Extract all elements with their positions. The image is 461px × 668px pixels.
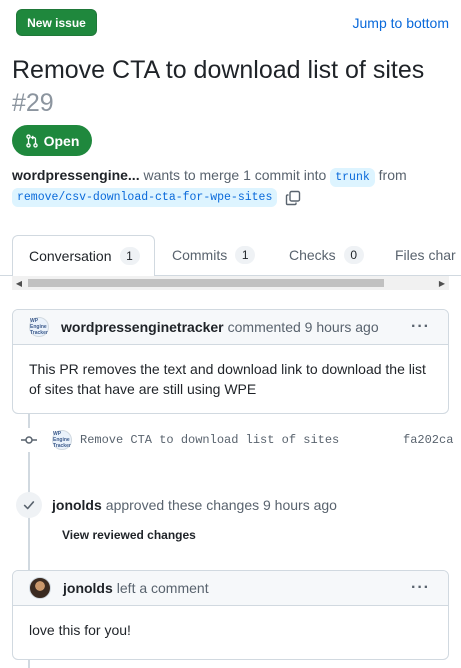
commit-message-link[interactable]: Remove CTA to download list of sites xyxy=(80,433,339,447)
kebab-menu-icon[interactable]: ··· xyxy=(411,318,430,336)
scrollbar-thumb[interactable] xyxy=(28,279,384,287)
scroll-left-icon[interactable]: ◀ xyxy=(12,276,26,290)
avatar[interactable] xyxy=(29,577,51,599)
state-badge: Open xyxy=(12,125,92,156)
git-commit-icon xyxy=(16,428,42,452)
pr-number: #29 xyxy=(12,89,54,117)
tab-checks[interactable]: Checks 0 xyxy=(289,235,364,275)
copy-icon[interactable] xyxy=(285,190,301,206)
tab-conversation[interactable]: Conversation 1 xyxy=(12,235,155,276)
top-bar: New issue Jump to bottom xyxy=(0,0,461,50)
view-reviewed-changes-link[interactable]: View reviewed changes xyxy=(62,528,196,542)
pr-tabs: Conversation 1 Commits 1 Checks 0 Files … xyxy=(0,235,461,276)
comment-card: jonolds left a comment ··· love this for… xyxy=(12,570,449,660)
reviewer-name[interactable]: jonolds xyxy=(52,497,102,513)
horizontal-scrollbar[interactable]: ◀ ▶ xyxy=(12,276,449,290)
merge-text: wants to merge 1 commit into xyxy=(143,167,327,183)
comment-action: left a comment xyxy=(116,580,209,596)
tab-label: Commits xyxy=(172,247,228,263)
pr-title: Remove CTA to download list of sites xyxy=(12,56,425,84)
pr-author-link[interactable]: wordpressengine... xyxy=(12,167,140,183)
tab-label: Conversation xyxy=(29,248,112,264)
comment-author[interactable]: wordpressenginetracker xyxy=(61,319,224,335)
new-issue-button[interactable]: New issue xyxy=(16,9,97,36)
state-label: Open xyxy=(43,132,80,149)
from-text: from xyxy=(378,167,407,183)
comment-card: WP Engine Tracker wordpressenginetracker… xyxy=(12,309,449,414)
commit-sha-link[interactable]: fa202ca xyxy=(403,433,453,447)
comment-header: jonolds left a comment ··· xyxy=(13,571,448,606)
pr-meta: wordpressengine... wants to merge 1 comm… xyxy=(12,165,452,187)
review-event: jonolds approved these changes 9 hours a… xyxy=(16,490,456,520)
commit-event: WP Engine Tracker Remove CTA to download… xyxy=(16,428,461,452)
tab-counter: 0 xyxy=(343,246,364,264)
git-pull-request-icon xyxy=(25,133,38,148)
comment-action[interactable]: commented 9 hours ago xyxy=(228,319,379,335)
head-branch[interactable]: remove/csv-download-cta-for-wpe-sites xyxy=(12,188,278,207)
avatar[interactable]: WP Engine Tracker xyxy=(52,430,72,450)
kebab-menu-icon[interactable]: ··· xyxy=(411,579,430,597)
tab-counter: 1 xyxy=(235,246,256,264)
comment-body: love this for you! xyxy=(29,622,131,638)
comment-author[interactable]: jonolds xyxy=(63,580,113,596)
jump-to-bottom-link[interactable]: Jump to bottom xyxy=(353,15,450,31)
tab-label: Checks xyxy=(289,247,336,263)
tab-label: Files char xyxy=(395,247,456,263)
comment-body: This PR removes the text and download li… xyxy=(29,361,426,397)
tab-files-changed[interactable]: Files char xyxy=(395,235,461,275)
review-action: approved these changes 9 hours ago xyxy=(105,497,337,513)
comment-header: WP Engine Tracker wordpressenginetracker… xyxy=(13,310,448,345)
avatar[interactable]: WP Engine Tracker xyxy=(29,317,49,337)
head-branch-row: remove/csv-download-cta-for-wpe-sites xyxy=(12,188,301,207)
scroll-right-icon[interactable]: ▶ xyxy=(435,276,449,290)
tab-counter: 1 xyxy=(119,247,140,265)
base-branch[interactable]: trunk xyxy=(330,168,375,187)
tab-commits[interactable]: Commits 1 xyxy=(172,235,256,275)
check-icon xyxy=(16,492,42,518)
